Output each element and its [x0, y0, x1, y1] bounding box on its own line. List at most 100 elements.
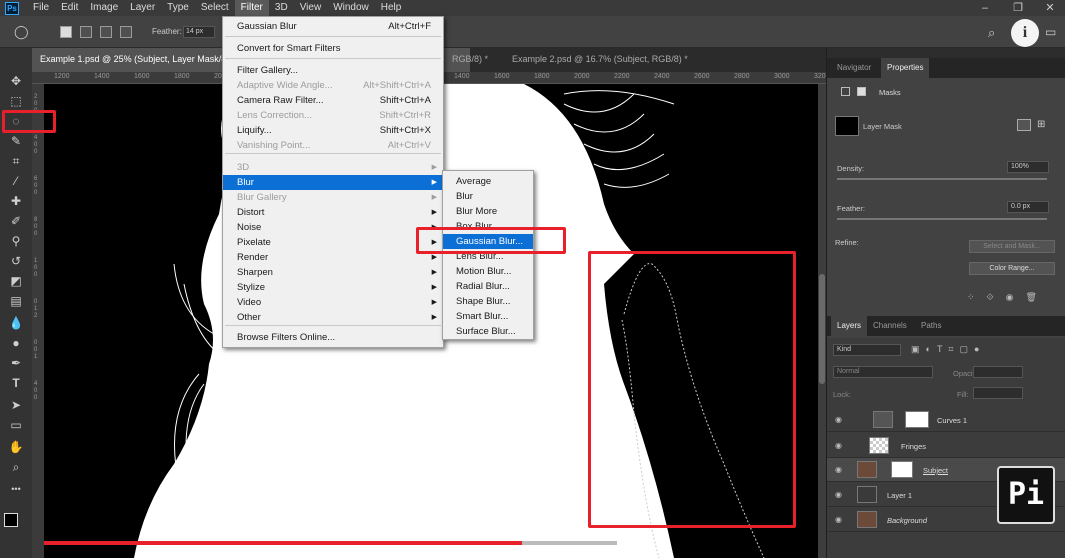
- layer-mask-thumbnail[interactable]: [891, 461, 913, 478]
- marquee-tool-icon[interactable]: ⬚: [6, 92, 26, 110]
- layer-mask-thumbnail[interactable]: [905, 411, 929, 428]
- blur-menu-item-blur-more[interactable]: Blur More: [443, 204, 533, 219]
- info-icon[interactable]: i: [1011, 19, 1039, 47]
- history-brush-tool-icon[interactable]: ↺: [6, 252, 26, 270]
- filter-menu-item-render[interactable]: Render ▶: [223, 250, 443, 265]
- subtract-selection-icon[interactable]: [100, 26, 112, 38]
- blend-mode-select[interactable]: Normal: [833, 366, 933, 378]
- path-selection-tool-icon[interactable]: ➤: [6, 396, 26, 414]
- feather-input[interactable]: 14 px: [183, 26, 215, 38]
- blur-menu-item-smart-blur[interactable]: Smart Blur...: [443, 309, 533, 324]
- menu-view[interactable]: View: [294, 0, 328, 16]
- filter-menu-item-blur[interactable]: Blur ▶: [223, 175, 443, 190]
- eye-icon[interactable]: ◉: [835, 441, 842, 450]
- menu-filter[interactable]: Filter: [234, 0, 269, 16]
- hand-tool-icon[interactable]: ✋: [6, 438, 26, 456]
- filter-menu-item-pixelate[interactable]: Pixelate ▶: [223, 235, 443, 250]
- pen-tool-icon[interactable]: ✒: [6, 354, 26, 372]
- menu-3d[interactable]: 3D: [269, 0, 294, 16]
- fill-field[interactable]: [973, 387, 1023, 399]
- layer-filter-icons[interactable]: ▣◐T⌗▢●: [911, 344, 985, 355]
- filter-menu-item-other[interactable]: Other ▶: [223, 310, 443, 325]
- minimize-icon[interactable]: –: [970, 0, 1000, 16]
- workspace-icon[interactable]: ▭: [1045, 25, 1056, 39]
- tab-navigator[interactable]: Navigator: [831, 58, 877, 78]
- pixel-mask-icon[interactable]: [841, 87, 850, 96]
- color-range-button[interactable]: Color Range...: [969, 262, 1055, 275]
- menu-window[interactable]: Window: [327, 0, 375, 16]
- close-icon[interactable]: ✕: [1035, 0, 1065, 16]
- blur-menu-item-radial-blur[interactable]: Radial Blur...: [443, 279, 533, 294]
- filter-menu-item-distort[interactable]: Distort ▶: [223, 205, 443, 220]
- apply-vector-mask-icon[interactable]: ⊞: [1037, 119, 1051, 131]
- filter-menu-item-browse-filters-online[interactable]: Browse Filters Online...: [223, 330, 443, 345]
- dodge-tool-icon[interactable]: ●: [6, 334, 26, 352]
- eye-icon[interactable]: ◉: [835, 415, 842, 424]
- vector-mask-icon[interactable]: [857, 87, 866, 96]
- quick-selection-tool-icon[interactable]: ✎: [6, 132, 26, 150]
- opacity-field[interactable]: [973, 366, 1023, 378]
- blur-menu-item-average[interactable]: Average: [443, 174, 533, 189]
- eyedropper-tool-icon[interactable]: ⁄: [6, 172, 26, 190]
- vertical-scrollbar[interactable]: [818, 84, 826, 558]
- menu-layer[interactable]: Layer: [124, 0, 161, 16]
- search-icon[interactable]: ⌕: [988, 25, 995, 41]
- crop-tool-icon[interactable]: ⌗: [6, 152, 26, 170]
- blur-menu-item-blur[interactable]: Blur: [443, 189, 533, 204]
- select-mask-icon[interactable]: [1017, 119, 1031, 131]
- filter-menu-item-gaussian-blur[interactable]: Gaussian Blur Alt+Ctrl+F: [223, 19, 443, 34]
- gradient-tool-icon[interactable]: ▤: [6, 292, 26, 310]
- healing-brush-tool-icon[interactable]: ✚: [6, 192, 26, 210]
- intersect-selection-icon[interactable]: [120, 26, 132, 38]
- filter-menu-item-stylize[interactable]: Stylize ▶: [223, 280, 443, 295]
- mask-actions-icons[interactable]: ⁘⟐◉🗑: [967, 292, 1049, 303]
- foreground-color-swatch[interactable]: [4, 513, 18, 527]
- rectangle-tool-icon[interactable]: ▭: [6, 416, 26, 434]
- filter-menu-item-filter-gallery[interactable]: Filter Gallery...: [223, 63, 443, 78]
- eye-icon[interactable]: ◉: [835, 465, 842, 474]
- menu-select[interactable]: Select: [195, 0, 235, 16]
- move-tool-icon[interactable]: ✥: [6, 72, 26, 90]
- layer-row[interactable]: ◉ Fringes: [827, 434, 1065, 458]
- restore-icon[interactable]: ❐: [1003, 0, 1033, 16]
- menu-edit[interactable]: Edit: [55, 0, 84, 16]
- filter-menu-item-noise[interactable]: Noise ▶: [223, 220, 443, 235]
- new-selection-icon[interactable]: [60, 26, 72, 38]
- filter-menu-item-convert-for-smart-filters[interactable]: Convert for Smart Filters: [223, 41, 443, 56]
- add-selection-icon[interactable]: [80, 26, 92, 38]
- filter-menu-item-liquify[interactable]: Liquify... Shift+Ctrl+X: [223, 123, 443, 138]
- filter-menu-item-sharpen[interactable]: Sharpen ▶: [223, 265, 443, 280]
- tab-example-2[interactable]: Example 2.psd @ 16.7% (Subject, RGB/8) *: [504, 48, 696, 72]
- zoom-tool-icon[interactable]: ⌕: [6, 458, 26, 476]
- tab-channels[interactable]: Channels: [867, 316, 913, 336]
- lasso-tool-preset-icon[interactable]: ◯: [14, 24, 29, 40]
- density-field[interactable]: 100%: [1007, 161, 1049, 173]
- type-tool-icon[interactable]: T: [6, 374, 26, 392]
- kind-filter-select[interactable]: Kind: [833, 344, 901, 356]
- tab-layers[interactable]: Layers: [831, 316, 868, 336]
- eraser-tool-icon[interactable]: ◩: [6, 272, 26, 290]
- more-tools-icon[interactable]: •••: [6, 480, 26, 498]
- blur-menu-item-shape-blur[interactable]: Shape Blur...: [443, 294, 533, 309]
- eye-icon[interactable]: ◉: [835, 490, 842, 499]
- menu-file[interactable]: File: [27, 0, 55, 16]
- density-slider[interactable]: [837, 178, 1047, 180]
- blur-tool-icon[interactable]: 💧: [6, 314, 26, 332]
- tab-properties[interactable]: Properties: [881, 58, 930, 78]
- feather-prop-slider[interactable]: [837, 218, 1047, 220]
- eye-icon[interactable]: ◉: [835, 515, 842, 524]
- blur-menu-item-motion-blur[interactable]: Motion Blur...: [443, 264, 533, 279]
- layer-row[interactable]: ◉ Curves 1: [827, 408, 1065, 432]
- blur-menu-item-surface-blur[interactable]: Surface Blur...: [443, 324, 533, 339]
- tab-paths[interactable]: Paths: [915, 316, 947, 336]
- menu-help[interactable]: Help: [375, 0, 408, 16]
- select-and-mask-button[interactable]: Select and Mask...: [969, 240, 1055, 253]
- menu-image[interactable]: Image: [84, 0, 124, 16]
- tab-example-1-continued[interactable]: RGB/8) *: [444, 48, 496, 72]
- feather-prop-field[interactable]: 0.0 px: [1007, 201, 1049, 213]
- scrollbar-thumb[interactable]: [819, 274, 825, 384]
- brush-tool-icon[interactable]: ✐: [6, 212, 26, 230]
- clone-stamp-tool-icon[interactable]: ⚲: [6, 232, 26, 250]
- menu-type[interactable]: Type: [161, 0, 195, 16]
- filter-menu-item-video[interactable]: Video ▶: [223, 295, 443, 310]
